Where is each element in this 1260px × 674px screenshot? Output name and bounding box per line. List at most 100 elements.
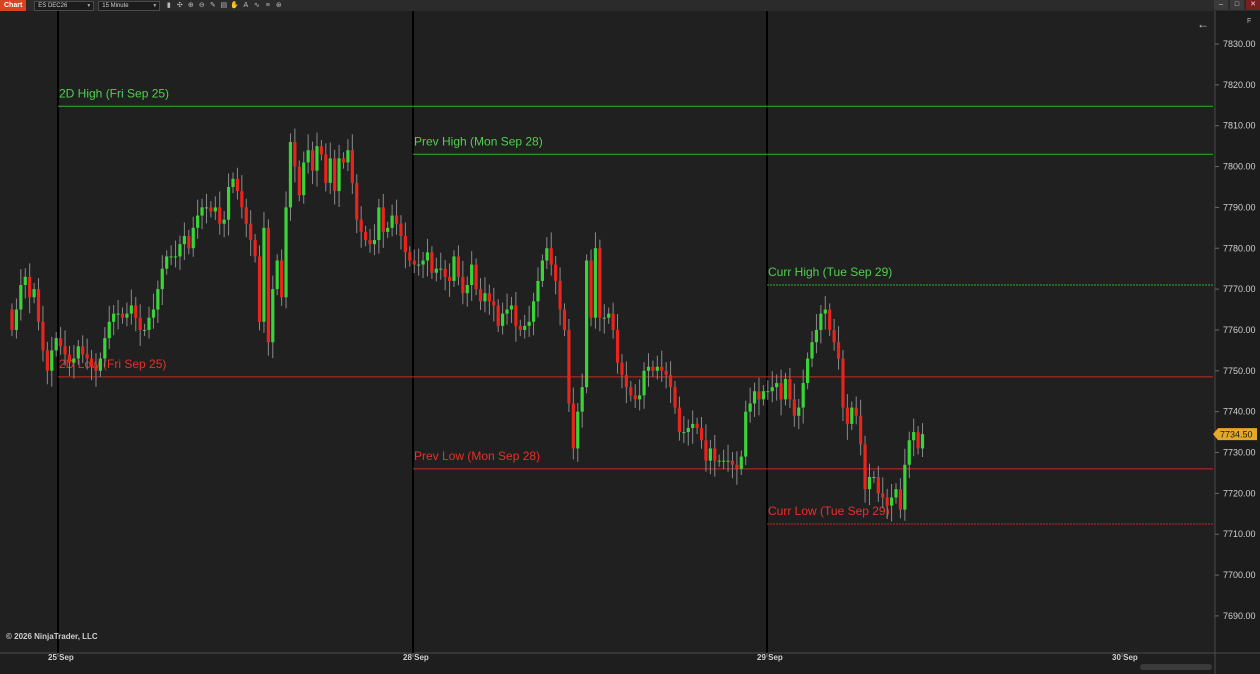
- candle-body: [536, 280, 540, 302]
- candle-body: [527, 321, 531, 326]
- candle-body: [554, 264, 558, 281]
- candle-body: [518, 325, 522, 330]
- candle-body: [412, 260, 416, 265]
- candle-body: [876, 477, 880, 494]
- hand-icon[interactable]: ✋: [230, 1, 239, 10]
- candle-body: [766, 391, 770, 393]
- candle-body: [28, 276, 32, 298]
- candle-body: [372, 240, 377, 245]
- candle-body: [19, 285, 23, 310]
- candle-body: [505, 309, 509, 314]
- candle-body: [417, 264, 421, 266]
- y-tick-label: 7790.00: [1223, 202, 1256, 212]
- y-tick-label: 7710.00: [1223, 529, 1256, 539]
- candle-body: [872, 477, 876, 479]
- candle-body: [275, 260, 279, 290]
- candle-body: [483, 293, 487, 302]
- maximize-icon[interactable]: □: [1230, 0, 1244, 10]
- candle-body: [611, 313, 615, 330]
- candle-body: [823, 309, 827, 314]
- candle-body: [112, 313, 116, 322]
- horizontal-scrollbar[interactable]: [1140, 664, 1212, 670]
- candle-body: [567, 329, 571, 404]
- candle-body: [434, 268, 438, 273]
- candle-body: [549, 248, 553, 265]
- candle-body: [50, 350, 54, 371]
- interval-selector[interactable]: 15 Minute ▼: [98, 0, 161, 11]
- y-tick-label: 7760.00: [1223, 325, 1256, 335]
- chart-tab[interactable]: Chart: [0, 0, 27, 11]
- minimize-icon[interactable]: –: [1214, 0, 1228, 10]
- candle-body: [235, 178, 240, 192]
- candle-body: [668, 374, 673, 388]
- candle-body: [408, 252, 412, 261]
- y-tick-label: 7750.00: [1223, 366, 1256, 376]
- candle-body: [456, 256, 461, 277]
- drawing-tool-icon[interactable]: ✎: [208, 1, 217, 10]
- candle-body: [509, 305, 514, 310]
- candle-body: [421, 260, 425, 265]
- candle-body: [531, 301, 536, 322]
- zoom-out-icon[interactable]: ⊖: [197, 1, 206, 10]
- price-chart[interactable]: 2D High (Fri Sep 25) Prev High (Mon Sep 2…: [0, 11, 1260, 674]
- crosshair-icon[interactable]: ✣: [175, 1, 184, 10]
- y-tick-label: 7820.00: [1223, 80, 1256, 90]
- candle-body: [240, 191, 244, 208]
- candle-body: [447, 276, 452, 281]
- candle-body: [315, 146, 319, 171]
- bar-type-icon[interactable]: ▮: [164, 1, 173, 10]
- candle-body: [920, 434, 925, 449]
- candle-body: [487, 293, 491, 302]
- candle-body: [293, 142, 297, 167]
- back-arrow-icon[interactable]: ←: [1197, 17, 1209, 31]
- candle-body: [156, 289, 160, 310]
- candle-body: [593, 248, 598, 318]
- candle-body: [67, 354, 72, 363]
- y-tick-label: 7730.00: [1223, 448, 1256, 458]
- candle-body: [23, 276, 27, 286]
- candle-body: [116, 313, 120, 315]
- candle-body: [633, 395, 637, 400]
- candle-body: [889, 497, 894, 506]
- axis-corner-label: F: [1247, 18, 1252, 25]
- candle-body: [775, 383, 779, 388]
- candle-body: [173, 256, 178, 258]
- candle-body: [478, 289, 483, 302]
- globe-icon[interactable]: ⊛: [274, 1, 283, 10]
- candle-body: [461, 276, 465, 294]
- window-controls: – □ ✕: [1212, 0, 1260, 10]
- indicator-icon[interactable]: ∿: [252, 1, 261, 10]
- candle-body: [748, 403, 752, 412]
- candle-body: [713, 448, 717, 461]
- candle-body: [32, 289, 36, 298]
- list-icon[interactable]: ≡: [263, 1, 272, 10]
- y-tick-label: 7720.00: [1223, 488, 1256, 498]
- candle-body: [244, 207, 248, 224]
- candle-body: [836, 342, 841, 359]
- candle-body: [624, 374, 628, 388]
- candle-body: [182, 235, 186, 245]
- candle-body: [770, 387, 774, 392]
- candle-body: [271, 289, 275, 343]
- candle-body: [615, 329, 620, 363]
- zoom-in-icon[interactable]: ⊕: [186, 1, 195, 10]
- candle-body: [470, 264, 474, 286]
- candle-body: [41, 321, 45, 351]
- candle-body: [138, 317, 142, 330]
- candle-body: [191, 227, 195, 249]
- candle-body: [381, 207, 385, 232]
- candle-body: [98, 358, 102, 371]
- candle-body: [368, 240, 372, 245]
- interval-value: 15 Minute: [102, 2, 129, 9]
- text-icon[interactable]: A: [241, 1, 250, 10]
- properties-icon[interactable]: ▤: [219, 1, 228, 10]
- candle-body: [708, 448, 712, 461]
- candle-body: [346, 150, 350, 163]
- close-icon[interactable]: ✕: [1246, 0, 1260, 10]
- candle-body: [797, 407, 801, 416]
- candle-body: [806, 358, 810, 384]
- instrument-selector[interactable]: ES DEC26 ▼: [34, 0, 95, 11]
- candle-body: [558, 280, 562, 310]
- candle-body: [103, 338, 107, 359]
- candle-body: [213, 207, 217, 212]
